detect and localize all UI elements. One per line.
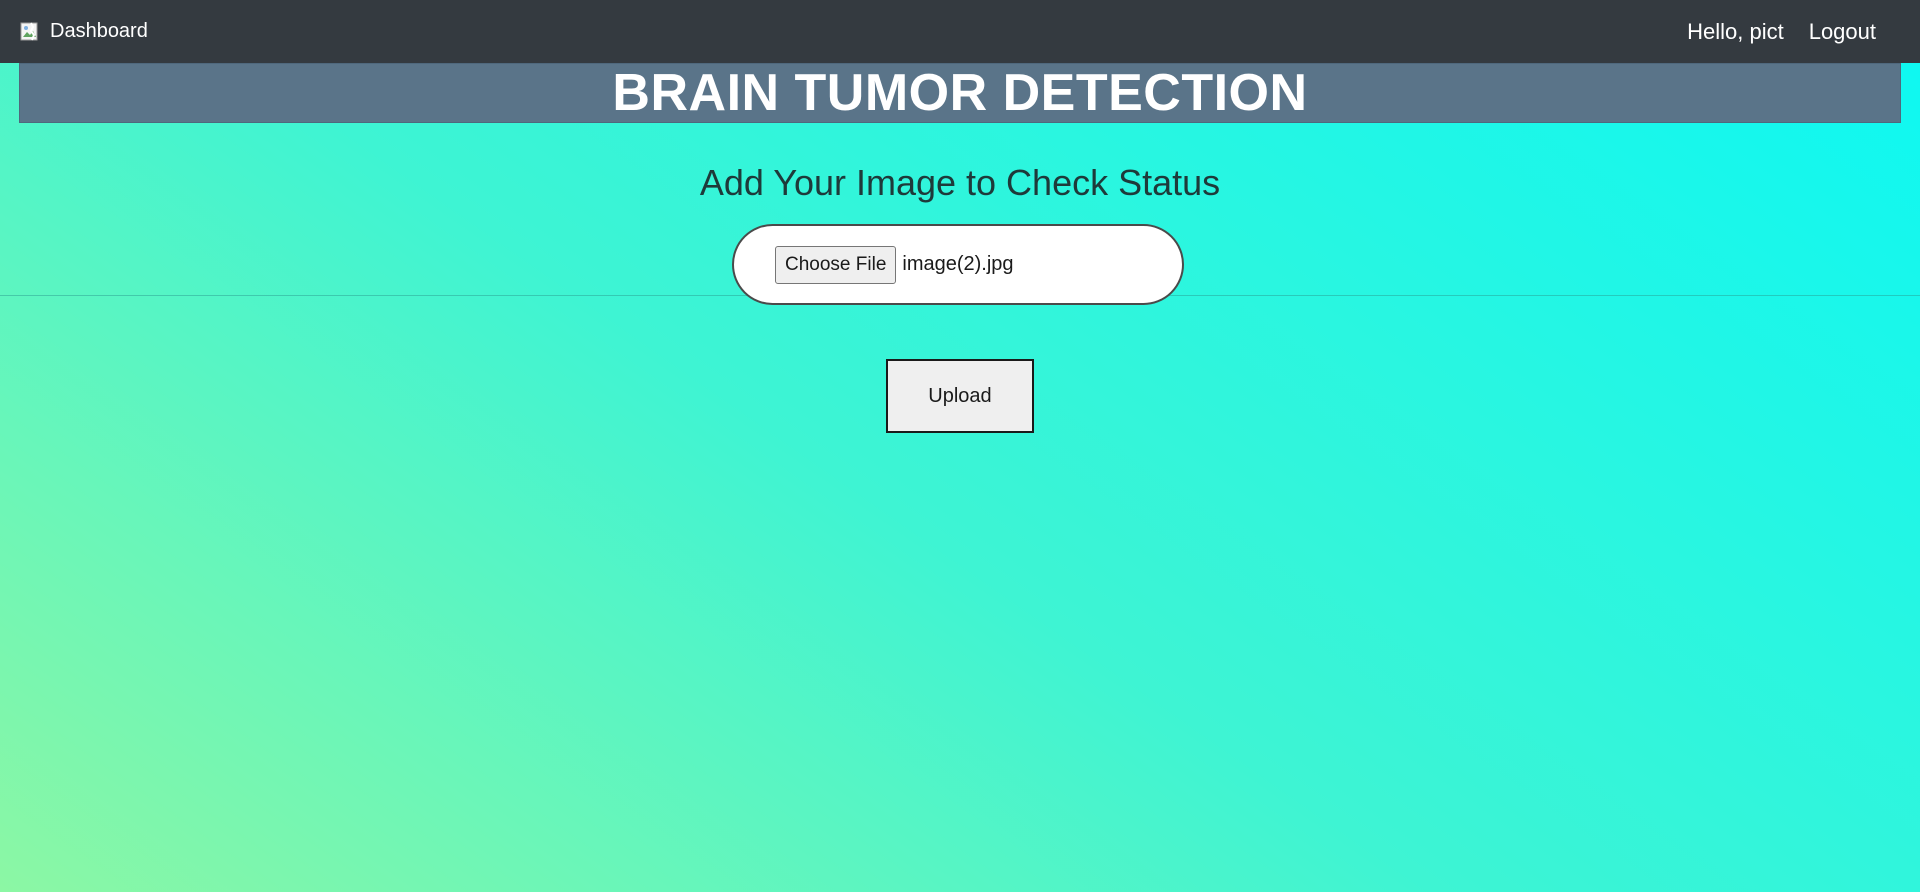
upload-heading: Add Your Image to Check Status <box>699 162 1221 203</box>
page-title: BRAIN TUMOR DETECTION <box>612 64 1308 122</box>
choose-file-button[interactable]: Choose File <box>775 245 897 284</box>
brand-label: Dashboard <box>50 20 148 42</box>
user-nav: Hello, pict Logout <box>1687 19 1876 45</box>
logout-link[interactable]: Logout <box>1809 19 1876 45</box>
broken-image-icon <box>20 22 40 42</box>
top-navbar: Dashboard Hello, pict Logout <box>0 0 1920 63</box>
dashboard-brand-link[interactable]: Dashboard <box>20 20 148 43</box>
user-greeting[interactable]: Hello, pict <box>1687 19 1784 45</box>
title-banner: BRAIN TUMOR DETECTION <box>19 63 1901 123</box>
file-input-container: Choose File image(2).jpg <box>732 224 1184 305</box>
upload-button[interactable]: Upload <box>886 359 1034 433</box>
selected-file-name: image(2).jpg <box>902 253 1014 275</box>
